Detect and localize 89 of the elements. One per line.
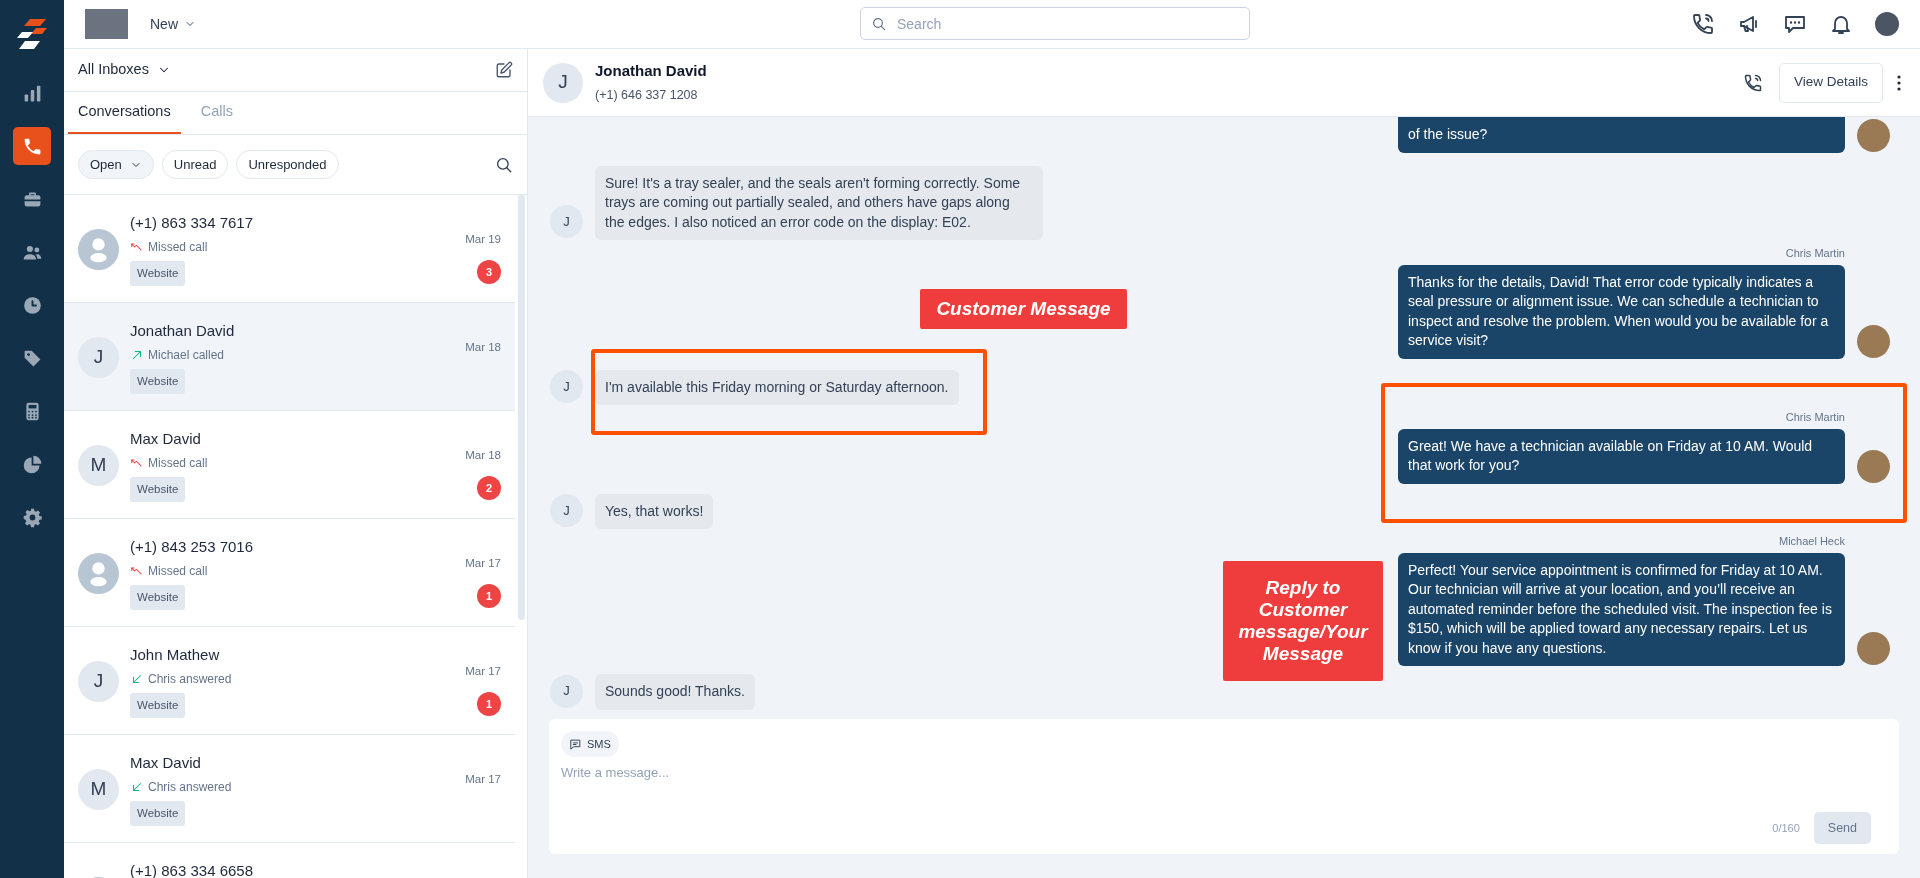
- unread-count-badge: 1: [477, 692, 501, 717]
- contact-name: Jonathan David: [595, 61, 707, 82]
- call-status: Michael called: [148, 347, 225, 364]
- contact-avatar: J: [78, 661, 119, 702]
- conversation-date: Mar 17: [465, 772, 501, 787]
- pie-chart-icon: [21, 453, 43, 475]
- filter-dropdown[interactable]: Open: [78, 150, 154, 179]
- conversation-date: Mar 18: [465, 340, 501, 355]
- search-icon: [871, 16, 887, 32]
- sender-name: Chris Martin: [1785, 410, 1845, 425]
- conversation-item[interactable]: J Jonathan David Michael called Website Mar 18: [64, 303, 515, 411]
- agent-avatar: [1857, 324, 1890, 358]
- inbox-dropdown[interactable]: All Inboxes: [78, 59, 171, 81]
- outgoing-message: Perfect! Your service appointment is confirmed for Friday at 10 AM. Our technician will arrive at your location, and you’ll receive an automated reminder before the scheduled visit. The inspection fee is $150, which will be applied toward any necessary repairs. Let us know if you have any questions.: [1398, 552, 1845, 666]
- filter-chip[interactable]: Unresponded: [236, 150, 339, 179]
- annotation-label: Reply to Customer message/Your Message: [1223, 561, 1383, 681]
- unread-count-badge: 1: [477, 584, 501, 609]
- outgoing-message: Thanks for the details, David! That error code typically indicates a seal pressure or alignment issue. We can schedule a technician to inspect and resolve the problem. When would you be available for a service visit?: [1398, 264, 1845, 359]
- outgoing-message: of the issue?: [1398, 117, 1845, 153]
- incoming-message: I'm available this Friday morning or Saturday afternoon.: [595, 369, 959, 405]
- agent-avatar: [1857, 118, 1890, 152]
- phone-call-icon[interactable]: [1691, 12, 1715, 36]
- contact-phone: (+1) 646 337 1208: [595, 86, 699, 104]
- call-status: Missed call: [148, 455, 208, 472]
- logo-icon: [16, 18, 48, 52]
- contact-name: Max David: [130, 429, 201, 449]
- channel-tag: Website: [130, 477, 186, 503]
- contact-avatar: J: [550, 674, 583, 708]
- clock-icon: [21, 294, 43, 316]
- sender-name: Michael Heck: [1778, 534, 1845, 549]
- channel-tag: Website: [130, 369, 186, 395]
- unread-count-badge: 2: [477, 476, 501, 501]
- more-options-icon[interactable]: [1897, 74, 1901, 91]
- conversation-date: Mar 17: [465, 556, 501, 571]
- conversation-date: Mar 17: [465, 664, 501, 679]
- incoming-message: Sounds good! Thanks.: [595, 674, 755, 710]
- call-status: Missed call: [148, 239, 208, 256]
- contact-avatar: J: [550, 370, 583, 403]
- contact-avatar: J: [550, 494, 583, 527]
- contact-avatar: J: [78, 337, 119, 378]
- incoming-message: Yes, that works!: [595, 493, 714, 529]
- tab[interactable]: Conversations: [68, 101, 181, 134]
- person-avatar-icon: [78, 553, 119, 594]
- conversation-date: Mar 18: [465, 448, 501, 463]
- message-icon: [569, 737, 582, 751]
- sidebar-item[interactable]: [13, 127, 51, 165]
- annotation-label: Customer Message: [920, 289, 1127, 329]
- outgoing-message: Great! We have a technician available on Friday at 10 AM. Would that work for you?: [1398, 428, 1845, 484]
- contact-name: (+1) 863 334 7617: [130, 213, 254, 233]
- arrow-down-left-icon: [130, 780, 144, 794]
- unread-count-badge: 3: [477, 260, 501, 285]
- contact-avatar: J: [543, 62, 583, 103]
- call-status: Missed call: [148, 563, 208, 580]
- compose-icon[interactable]: [495, 61, 513, 79]
- contact-name: Jonathan David: [130, 321, 235, 341]
- contact-avatar: M: [78, 769, 119, 810]
- photo-placeholder: [85, 9, 128, 39]
- contact-name: (+1) 843 253 7016: [130, 537, 254, 557]
- search-field[interactable]: Search: [860, 7, 1250, 40]
- send-button[interactable]: Send: [1813, 812, 1871, 844]
- contact-name: Max David: [130, 753, 201, 773]
- settings-icon: [21, 506, 43, 528]
- message-composer[interactable]: SMS Write a message... 0/160 Send: [549, 719, 1899, 854]
- sender-name: Chris Martin: [1785, 246, 1845, 261]
- contact-name: John Mathew: [130, 645, 220, 665]
- arrow-down-left-icon: [130, 672, 144, 686]
- workspace-dropdown[interactable]: New: [150, 13, 196, 35]
- agent-avatar: [1857, 449, 1890, 483]
- agent-avatar: [1857, 632, 1890, 665]
- channel-chip[interactable]: SMS: [561, 731, 619, 757]
- arrow-up-right-icon: [130, 348, 144, 362]
- search-icon[interactable]: [495, 155, 513, 174]
- phone-call-icon[interactable]: [1742, 72, 1763, 93]
- conversation-date: Mar 19: [465, 232, 501, 247]
- call-status: Chris answered: [148, 779, 232, 796]
- channel-tag: Website: [130, 693, 186, 719]
- filter-chip[interactable]: Unread: [161, 150, 229, 179]
- character-counter: 0/160: [1772, 820, 1800, 836]
- person-avatar-icon: [78, 229, 119, 270]
- incoming-message: Sure! It's a tray sealer, and the seals aren't forming correctly. Some trays are coming out partially sealed, and others have gaps along the edges. I also noticed an error code on the display: E02.: [595, 165, 1043, 240]
- contact-avatar: J: [550, 205, 583, 238]
- user-avatar[interactable]: [1875, 12, 1899, 36]
- contact-avatar: M: [78, 445, 119, 486]
- channel-tag: Website: [130, 801, 186, 827]
- view-details-button[interactable]: View Details: [1778, 62, 1883, 103]
- scrollbar-thumb[interactable]: [518, 195, 525, 620]
- call-status: Chris answered: [148, 671, 232, 688]
- channel-tag: Website: [130, 585, 186, 611]
- channel-tag: Website: [130, 261, 186, 287]
